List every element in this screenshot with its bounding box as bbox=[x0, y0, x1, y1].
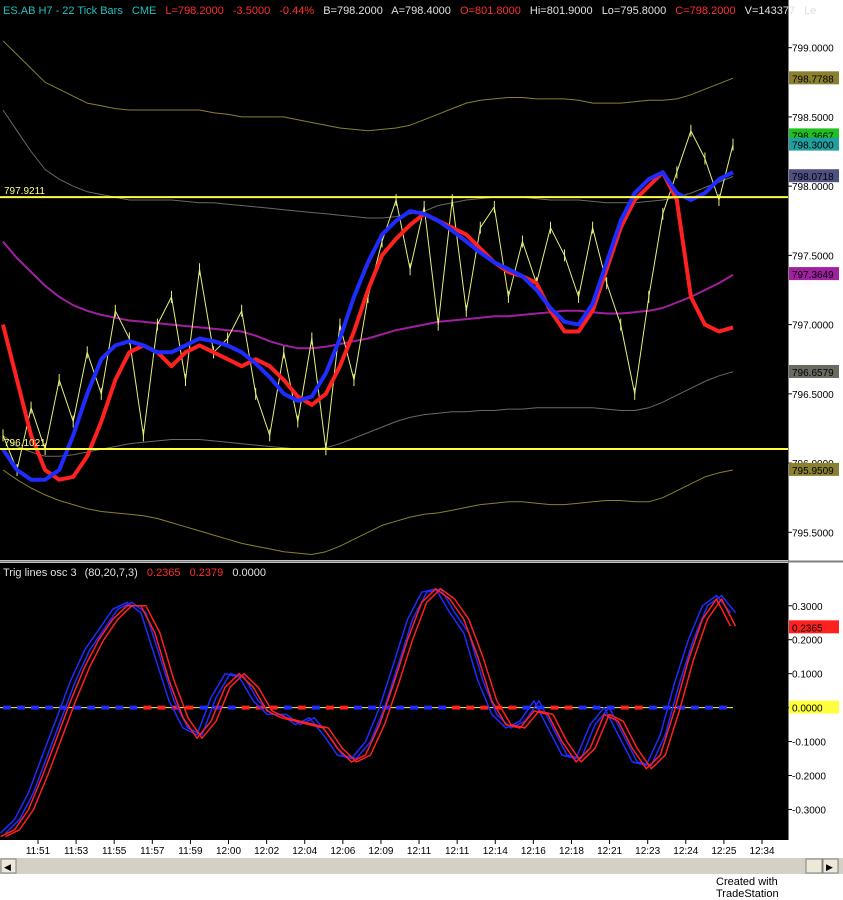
x-tick-label: 12:34 bbox=[749, 846, 774, 857]
header-volume: V=143377 bbox=[745, 5, 795, 17]
x-tick-label: 11:57 bbox=[140, 846, 165, 857]
header-high: Hi=801.9000 bbox=[530, 5, 593, 17]
header-bid: B=798.2000 bbox=[323, 5, 383, 17]
y-tick-label: 799.0000 bbox=[792, 44, 834, 55]
osc-y-tick-label: 0.1000 bbox=[792, 670, 823, 681]
x-tick-label: 11:59 bbox=[178, 846, 203, 857]
header-last: L=798.2000 bbox=[165, 5, 223, 17]
x-tick-label: 12:25 bbox=[711, 846, 736, 857]
x-tick-label: 12:24 bbox=[673, 846, 698, 857]
header-line: ES.AB H7 - 22 Tick Bars CME L=798.2000 -… bbox=[3, 5, 816, 17]
x-tick-label: 12:09 bbox=[368, 846, 393, 857]
x-tick-label: 12:11 bbox=[445, 846, 470, 857]
header-open: O=801.8000 bbox=[460, 5, 521, 17]
price-tag-label: 798.7788 bbox=[792, 74, 834, 85]
scroll-left-arrow-icon: ◀ bbox=[4, 862, 11, 872]
header-ask: A=798.4000 bbox=[391, 5, 451, 17]
header-exchange: CME bbox=[132, 5, 156, 17]
x-tick-label: 12:18 bbox=[559, 846, 584, 857]
osc-y-tick-label: 0.3000 bbox=[792, 602, 823, 613]
y-tick-label: 797.5000 bbox=[792, 251, 834, 262]
header-change-pct: -0.44% bbox=[279, 5, 314, 17]
price-tag-label: 798.3000 bbox=[792, 141, 834, 152]
osc-params: (80,20,7,3) bbox=[85, 567, 138, 579]
horizontal-scrollbar[interactable]: ◀ ▶ bbox=[0, 858, 843, 874]
x-tick-label: 11:55 bbox=[102, 846, 127, 857]
osc-y-tick-label: -0.3000 bbox=[792, 805, 826, 816]
osc-value-3: 0.0000 bbox=[232, 567, 266, 579]
y-tick-label: 795.5000 bbox=[792, 528, 834, 539]
header-low: Lo=795.8000 bbox=[602, 5, 667, 17]
price-tag-label: 795.9509 bbox=[792, 466, 834, 477]
y-tick-label: 796.5000 bbox=[792, 390, 834, 401]
x-tick-label: 12:23 bbox=[635, 846, 660, 857]
price-tag-label: 798.0718 bbox=[792, 172, 834, 183]
price-tag-label: 797.3649 bbox=[792, 270, 834, 281]
price-panel-background bbox=[0, 0, 788, 560]
tradestation-credit: Created with TradeStation bbox=[716, 876, 779, 900]
x-tick-label: 11:51 bbox=[26, 846, 51, 857]
x-tick-label: 12:04 bbox=[292, 846, 317, 857]
x-tick-label: 12:02 bbox=[254, 846, 279, 857]
osc-y-tick-label: -0.2000 bbox=[792, 772, 826, 783]
osc-tag-label: 0.2365 bbox=[792, 623, 823, 634]
x-tick-label: 12:00 bbox=[216, 846, 241, 857]
x-tick-label: 12:14 bbox=[483, 846, 508, 857]
x-tick-label: 12:06 bbox=[330, 846, 355, 857]
osc-value-1: 0.2365 bbox=[147, 567, 181, 579]
scrollbar-track[interactable] bbox=[0, 858, 843, 874]
header-symbol: ES.AB H7 - 22 Tick Bars bbox=[3, 5, 123, 17]
osc-name: Trig lines osc 3 bbox=[3, 567, 77, 579]
header-more: Le bbox=[804, 5, 816, 17]
scroll-right-arrow-icon: ▶ bbox=[826, 862, 833, 872]
x-tick-label: 12:16 bbox=[521, 846, 546, 857]
osc-y-tick-label: -0.1000 bbox=[792, 738, 826, 749]
x-tick-label: 12:11 bbox=[407, 846, 432, 857]
osc-value-2: 0.2379 bbox=[190, 567, 224, 579]
scroll-thumb[interactable] bbox=[805, 858, 823, 874]
y-tick-label: 798.5000 bbox=[792, 113, 834, 124]
horizontal-line-label: 797.9211 bbox=[4, 186, 45, 197]
x-tick-label: 12:21 bbox=[597, 846, 622, 857]
price-tag-label: 796.6579 bbox=[792, 368, 834, 379]
header-change: -3.5000 bbox=[233, 5, 270, 17]
header-close: C=798.2000 bbox=[675, 5, 735, 17]
osc-y-tick-label: 0.2000 bbox=[792, 636, 823, 647]
tradestation-chart: 797.9211 796.1021 799.0000 798.5000 798.000… bbox=[0, 0, 843, 890]
y-tick-label: 798.0000 bbox=[792, 182, 834, 193]
osc-tag-label: 0.0000 bbox=[792, 704, 823, 715]
x-tick-label: 11:53 bbox=[64, 846, 89, 857]
y-tick-label: 797.0000 bbox=[792, 321, 834, 332]
horizontal-line-label: 796.1021 bbox=[4, 438, 46, 449]
